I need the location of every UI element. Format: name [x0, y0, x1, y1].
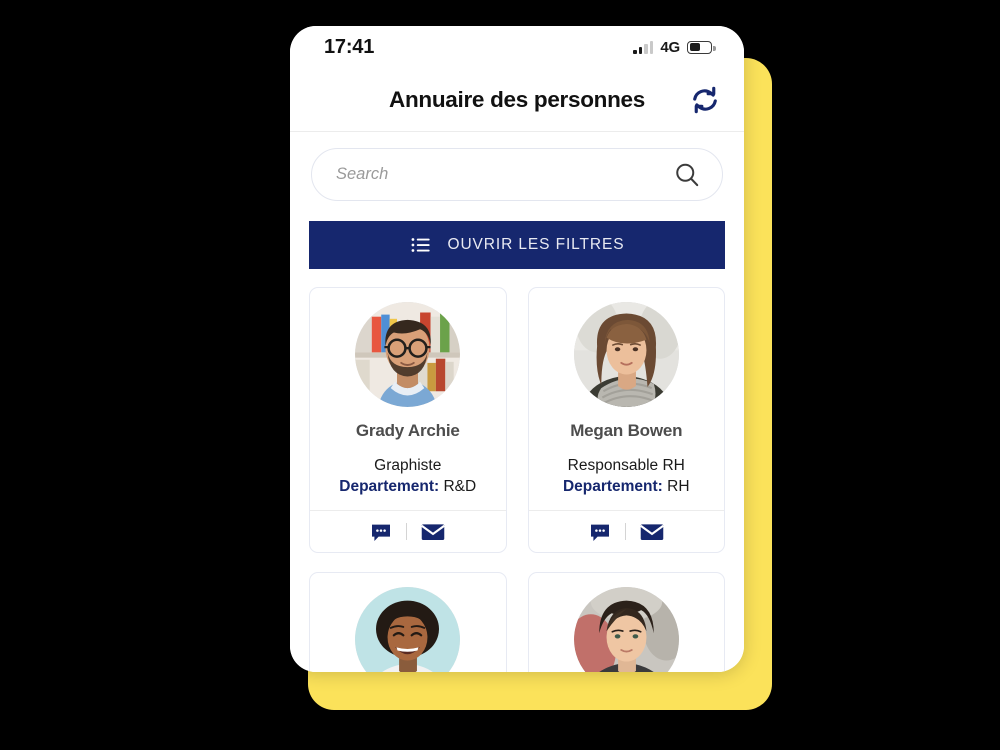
status-indicators: 4G: [633, 38, 716, 56]
chat-bubble-icon[interactable]: [369, 520, 393, 544]
people-grid: Grady Archie Graphiste Departement: R&D: [300, 269, 734, 553]
person-department-label: Departement:: [562, 478, 668, 495]
person-card-body: [310, 573, 506, 672]
search-box[interactable]: [311, 148, 723, 201]
person-card-body: [529, 573, 725, 672]
page-title: Annuaire des personnes: [389, 86, 645, 112]
person-name: Megan Bowen: [570, 421, 683, 440]
avatar: [355, 302, 461, 407]
person-name: Grady Archie: [355, 421, 460, 440]
person-role: Responsable RH: [567, 457, 685, 474]
person-card[interactable]: Grady Archie Graphiste Departement: R&D: [309, 287, 507, 553]
person-department-value: R&D: [443, 478, 477, 495]
person-card[interactable]: [527, 572, 725, 672]
person-department-label: Departement:: [339, 478, 444, 495]
action-separator: [406, 523, 408, 540]
person-department: Departement: RH: [563, 478, 690, 496]
person-card[interactable]: Megan Bowen Responsable RH Departement: …: [527, 287, 725, 553]
person-role: Graphiste: [374, 457, 442, 474]
battery-icon: [687, 40, 716, 54]
search-icon[interactable]: [672, 160, 702, 190]
person-card[interactable]: [309, 572, 507, 672]
screenshot-stage: 17:41 4G Annuaire des personnes Search O…: [0, 0, 1000, 750]
filter-section: OUVRIR LES FILTRES: [300, 201, 734, 269]
envelope-icon[interactable]: [639, 519, 665, 545]
open-filters-label: OUVRIR LES FILTRES: [447, 236, 625, 253]
signal-bars-icon: [633, 40, 654, 54]
person-card-actions: [310, 510, 506, 552]
search-input[interactable]: [336, 165, 672, 184]
envelope-icon[interactable]: [420, 519, 446, 545]
action-separator: [624, 523, 626, 540]
person-department-value: RH: [667, 478, 690, 495]
list-filter-icon: [410, 234, 432, 256]
network-type-label: 4G: [660, 38, 680, 56]
person-card-body: Grady Archie Graphiste Departement: R&D: [310, 288, 506, 510]
status-bar: 17:41 4G: [290, 26, 744, 68]
person-card-body: Megan Bowen Responsable RH Departement: …: [529, 288, 725, 510]
avatar: [573, 302, 679, 407]
open-filters-button[interactable]: OUVRIR LES FILTRES: [309, 221, 725, 269]
avatar: [355, 587, 461, 672]
chat-bubble-icon[interactable]: [588, 520, 612, 544]
phone-mockup: 17:41 4G Annuaire des personnes Search O…: [290, 26, 744, 672]
person-card-actions: [528, 510, 724, 552]
avatar: [573, 587, 679, 672]
status-time: 17:41: [324, 35, 375, 58]
people-grid-partial: [300, 553, 734, 672]
app-header: Annuaire des personnes: [290, 68, 744, 132]
person-department: Departement: R&D: [339, 478, 476, 496]
app-content: OUVRIR LES FILTRES: [290, 132, 744, 672]
search-section: [300, 132, 734, 201]
refresh-icon[interactable]: [688, 83, 722, 117]
